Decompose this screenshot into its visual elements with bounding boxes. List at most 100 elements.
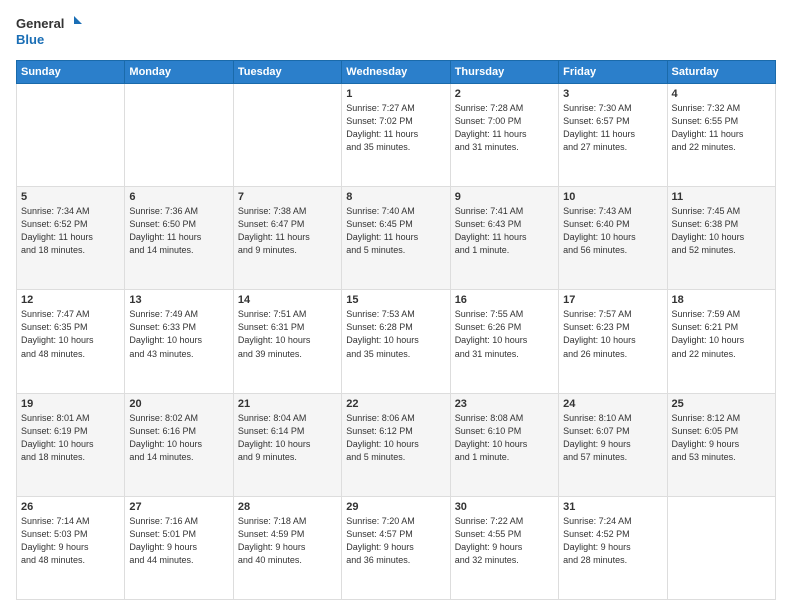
- day-info: Sunrise: 8:01 AM Sunset: 6:19 PM Dayligh…: [21, 412, 120, 464]
- day-number: 12: [21, 294, 120, 306]
- day-number: 3: [563, 88, 662, 100]
- day-cell: 15 Sunrise: 7:53 AM Sunset: 6:28 PM Dayli…: [342, 290, 450, 393]
- day-info: Sunrise: 7:22 AM Sunset: 4:55 PM Dayligh…: [455, 515, 554, 567]
- day-cell: 2 Sunrise: 7:28 AM Sunset: 7:00 PM Daylig…: [450, 84, 558, 187]
- day-number: 4: [672, 88, 771, 100]
- day-number: 8: [346, 191, 445, 203]
- generalblue-logo: General Blue: [16, 12, 86, 52]
- day-cell: 31 Sunrise: 7:24 AM Sunset: 4:52 PM Dayli…: [559, 496, 667, 599]
- day-number: 28: [238, 501, 337, 513]
- day-info: Sunrise: 8:08 AM Sunset: 6:10 PM Dayligh…: [455, 412, 554, 464]
- day-number: 11: [672, 191, 771, 203]
- week-row-3: 12Sunrise: 7:47 AM Sunset: 6:35 PM Dayli…: [17, 290, 776, 393]
- day-info: Sunrise: 7:28 AM Sunset: 7:00 PM Dayligh…: [455, 102, 554, 154]
- day-info: Sunrise: 7:18 AM Sunset: 4:59 PM Dayligh…: [238, 515, 337, 567]
- logo: General Blue: [16, 12, 86, 52]
- day-cell: 9 Sunrise: 7:41 AM Sunset: 6:43 PM Daylig…: [450, 187, 558, 290]
- day-info: Sunrise: 7:57 AM Sunset: 6:23 PM Dayligh…: [563, 308, 662, 360]
- day-number: 25: [672, 398, 771, 410]
- weekday-header-monday: Monday: [125, 61, 233, 84]
- day-number: 15: [346, 294, 445, 306]
- header: General Blue: [16, 12, 776, 52]
- day-number: 13: [129, 294, 228, 306]
- day-number: 19: [21, 398, 120, 410]
- day-cell: 21 Sunrise: 8:04 AM Sunset: 6:14 PM Dayli…: [233, 393, 341, 496]
- day-cell: 13 Sunrise: 7:49 AM Sunset: 6:33 PM Dayli…: [125, 290, 233, 393]
- day-cell: 10 Sunrise: 7:43 AM Sunset: 6:40 PM Dayli…: [559, 187, 667, 290]
- day-cell: 6 Sunrise: 7:36 AM Sunset: 6:50 PM Daylig…: [125, 187, 233, 290]
- page: General Blue SundayMondayTuesdayWednesda…: [0, 0, 792, 612]
- day-info: Sunrise: 7:45 AM Sunset: 6:38 PM Dayligh…: [672, 205, 771, 257]
- day-number: 30: [455, 501, 554, 513]
- day-cell: 7Sunrise: 7:38 AM Sunset: 6:47 PM Daylig…: [233, 187, 341, 290]
- day-cell: 11 Sunrise: 7:45 AM Sunset: 6:38 PM Dayli…: [667, 187, 775, 290]
- day-cell: 29Sunrise: 7:20 AM Sunset: 4:57 PM Dayli…: [342, 496, 450, 599]
- day-cell: 25 Sunrise: 8:12 AM Sunset: 6:05 PM Dayli…: [667, 393, 775, 496]
- day-cell: 12Sunrise: 7:47 AM Sunset: 6:35 PM Dayli…: [17, 290, 125, 393]
- day-info: Sunrise: 7:16 AM Sunset: 5:01 PM Dayligh…: [129, 515, 228, 567]
- day-number: 22: [346, 398, 445, 410]
- day-cell: 4 Sunrise: 7:32 AM Sunset: 6:55 PM Daylig…: [667, 84, 775, 187]
- day-cell: [17, 84, 125, 187]
- day-info: Sunrise: 7:49 AM Sunset: 6:33 PM Dayligh…: [129, 308, 228, 360]
- day-cell: 27 Sunrise: 7:16 AM Sunset: 5:01 PM Dayli…: [125, 496, 233, 599]
- day-number: 6: [129, 191, 228, 203]
- weekday-header-thursday: Thursday: [450, 61, 558, 84]
- day-cell: 22 Sunrise: 8:06 AM Sunset: 6:12 PM Dayli…: [342, 393, 450, 496]
- day-number: 9: [455, 191, 554, 203]
- day-info: Sunrise: 8:06 AM Sunset: 6:12 PM Dayligh…: [346, 412, 445, 464]
- day-number: 5: [21, 191, 120, 203]
- weekday-header-tuesday: Tuesday: [233, 61, 341, 84]
- day-number: 17: [563, 294, 662, 306]
- weekday-header-row: SundayMondayTuesdayWednesdayThursdayFrid…: [17, 61, 776, 84]
- day-number: 23: [455, 398, 554, 410]
- day-info: Sunrise: 7:51 AM Sunset: 6:31 PM Dayligh…: [238, 308, 337, 360]
- day-number: 27: [129, 501, 228, 513]
- day-info: Sunrise: 8:12 AM Sunset: 6:05 PM Dayligh…: [672, 412, 771, 464]
- day-number: 26: [21, 501, 120, 513]
- week-row-1: 1Sunrise: 7:27 AM Sunset: 7:02 PM Daylig…: [17, 84, 776, 187]
- weekday-header-wednesday: Wednesday: [342, 61, 450, 84]
- day-info: Sunrise: 7:27 AM Sunset: 7:02 PM Dayligh…: [346, 102, 445, 154]
- svg-text:Blue: Blue: [16, 32, 44, 47]
- day-cell: 19 Sunrise: 8:01 AM Sunset: 6:19 PM Dayli…: [17, 393, 125, 496]
- day-number: 20: [129, 398, 228, 410]
- day-cell: 23 Sunrise: 8:08 AM Sunset: 6:10 PM Dayli…: [450, 393, 558, 496]
- day-cell: 1Sunrise: 7:27 AM Sunset: 7:02 PM Daylig…: [342, 84, 450, 187]
- day-info: Sunrise: 7:41 AM Sunset: 6:43 PM Dayligh…: [455, 205, 554, 257]
- day-info: Sunrise: 7:24 AM Sunset: 4:52 PM Dayligh…: [563, 515, 662, 567]
- day-number: 7: [238, 191, 337, 203]
- day-cell: 24Sunrise: 8:10 AM Sunset: 6:07 PM Dayli…: [559, 393, 667, 496]
- day-cell: 5 Sunrise: 7:34 AM Sunset: 6:52 PM Daylig…: [17, 187, 125, 290]
- day-cell: [667, 496, 775, 599]
- day-info: Sunrise: 7:32 AM Sunset: 6:55 PM Dayligh…: [672, 102, 771, 154]
- day-info: Sunrise: 7:40 AM Sunset: 6:45 PM Dayligh…: [346, 205, 445, 257]
- day-number: 10: [563, 191, 662, 203]
- day-info: Sunrise: 7:14 AM Sunset: 5:03 PM Dayligh…: [21, 515, 120, 567]
- day-number: 16: [455, 294, 554, 306]
- weekday-header-saturday: Saturday: [667, 61, 775, 84]
- day-info: Sunrise: 7:43 AM Sunset: 6:40 PM Dayligh…: [563, 205, 662, 257]
- day-cell: 28 Sunrise: 7:18 AM Sunset: 4:59 PM Dayli…: [233, 496, 341, 599]
- day-info: Sunrise: 8:04 AM Sunset: 6:14 PM Dayligh…: [238, 412, 337, 464]
- day-number: 29: [346, 501, 445, 513]
- day-cell: 30 Sunrise: 7:22 AM Sunset: 4:55 PM Dayli…: [450, 496, 558, 599]
- day-cell: 3 Sunrise: 7:30 AM Sunset: 6:57 PM Daylig…: [559, 84, 667, 187]
- weekday-header-sunday: Sunday: [17, 61, 125, 84]
- week-row-4: 19 Sunrise: 8:01 AM Sunset: 6:19 PM Dayli…: [17, 393, 776, 496]
- day-info: Sunrise: 7:36 AM Sunset: 6:50 PM Dayligh…: [129, 205, 228, 257]
- day-number: 2: [455, 88, 554, 100]
- calendar-table: SundayMondayTuesdayWednesdayThursdayFrid…: [16, 60, 776, 600]
- day-info: Sunrise: 8:02 AM Sunset: 6:16 PM Dayligh…: [129, 412, 228, 464]
- day-number: 21: [238, 398, 337, 410]
- day-number: 24: [563, 398, 662, 410]
- day-info: Sunrise: 7:53 AM Sunset: 6:28 PM Dayligh…: [346, 308, 445, 360]
- day-info: Sunrise: 7:59 AM Sunset: 6:21 PM Dayligh…: [672, 308, 771, 360]
- day-cell: [125, 84, 233, 187]
- day-cell: 20 Sunrise: 8:02 AM Sunset: 6:16 PM Dayli…: [125, 393, 233, 496]
- svg-text:General: General: [16, 16, 64, 31]
- day-info: Sunrise: 7:34 AM Sunset: 6:52 PM Dayligh…: [21, 205, 120, 257]
- day-cell: 14Sunrise: 7:51 AM Sunset: 6:31 PM Dayli…: [233, 290, 341, 393]
- day-number: 31: [563, 501, 662, 513]
- day-info: Sunrise: 7:30 AM Sunset: 6:57 PM Dayligh…: [563, 102, 662, 154]
